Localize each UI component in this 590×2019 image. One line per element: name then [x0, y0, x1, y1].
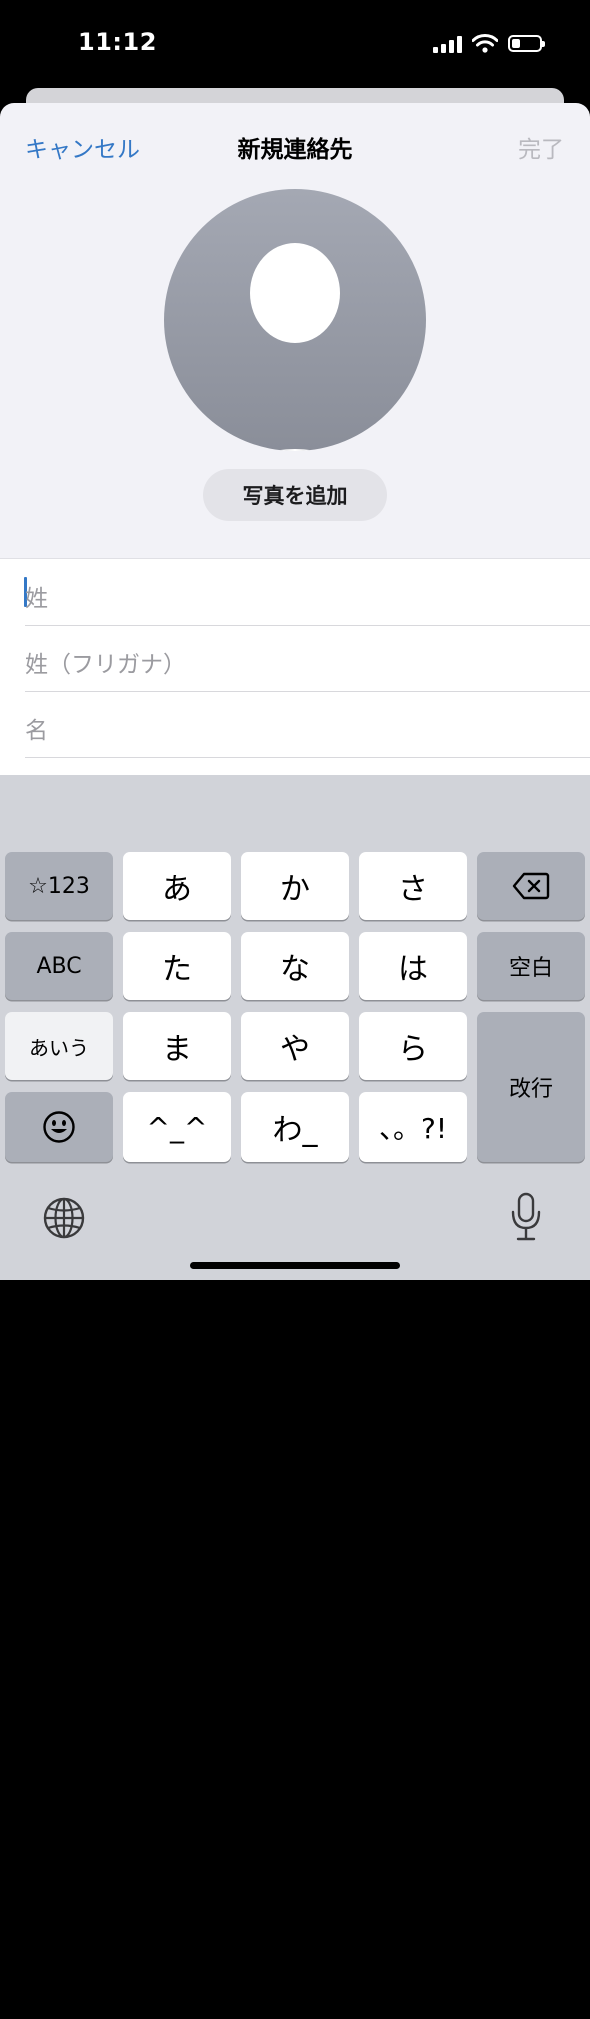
return-key[interactable]: 改行	[477, 1012, 585, 1162]
kana-mode-key[interactable]: あいう	[5, 1012, 113, 1080]
done-button[interactable]: 完了	[518, 130, 564, 164]
key-ma[interactable]: ま	[123, 1012, 231, 1080]
name-fields: 姓 姓（フリガナ） 名	[0, 558, 590, 776]
backspace-icon	[512, 872, 550, 900]
backspace-key[interactable]	[477, 852, 585, 920]
last-name-placeholder: 姓	[25, 586, 48, 612]
first-name-field[interactable]: 名	[25, 691, 590, 758]
add-photo-button[interactable]: 写真を追加	[203, 469, 387, 521]
avatar-body	[204, 449, 386, 451]
navigation-bar: キャンセル 新規連絡先 完了	[0, 103, 590, 189]
space-key[interactable]: 空白	[477, 932, 585, 1000]
home-indicator	[190, 1262, 400, 1269]
signal-icon	[433, 35, 462, 53]
first-name-placeholder: 名	[25, 718, 48, 744]
page-title: 新規連絡先	[237, 137, 353, 163]
key-ra[interactable]: ら	[359, 1012, 467, 1080]
key-ya[interactable]: や	[241, 1012, 349, 1080]
key-sa[interactable]: さ	[359, 852, 467, 920]
abc-key[interactable]: ABC	[5, 932, 113, 1000]
avatar-placeholder-icon[interactable]	[164, 189, 426, 451]
wifi-icon	[472, 34, 498, 53]
key-a[interactable]: あ	[123, 852, 231, 920]
key-wa[interactable]: わ_	[241, 1092, 349, 1162]
key-ka[interactable]: か	[241, 852, 349, 920]
numbers-key[interactable]: ☆123	[5, 852, 113, 920]
last-name-phonetic-placeholder: 姓（フリガナ）	[25, 652, 186, 678]
globe-icon[interactable]	[40, 1971, 88, 2019]
microphone-icon[interactable]	[510, 1192, 542, 1242]
emoji-key[interactable]	[5, 1092, 113, 1162]
keyboard: ☆123 あ か さ ABC た な は 空白 あいう ま や ら 改行 ^_^…	[0, 775, 590, 1280]
key-kaomoji[interactable]: ^_^	[123, 1092, 231, 1162]
status-bar: 11:12	[0, 0, 590, 90]
key-punctuation[interactable]: 、。?!	[359, 1092, 467, 1162]
key-ta[interactable]: た	[123, 932, 231, 1000]
avatar-head	[250, 243, 340, 343]
key-na[interactable]: な	[241, 932, 349, 1000]
key-ha[interactable]: は	[359, 932, 467, 1000]
battery-icon	[508, 35, 545, 52]
status-icons	[433, 34, 545, 53]
status-time: 11:12	[78, 28, 157, 56]
emoji-icon	[43, 1111, 75, 1143]
last-name-phonetic-field[interactable]: 姓（フリガナ）	[25, 625, 590, 692]
globe-key[interactable]	[42, 1196, 86, 1240]
last-name-field[interactable]: 姓	[24, 559, 590, 626]
